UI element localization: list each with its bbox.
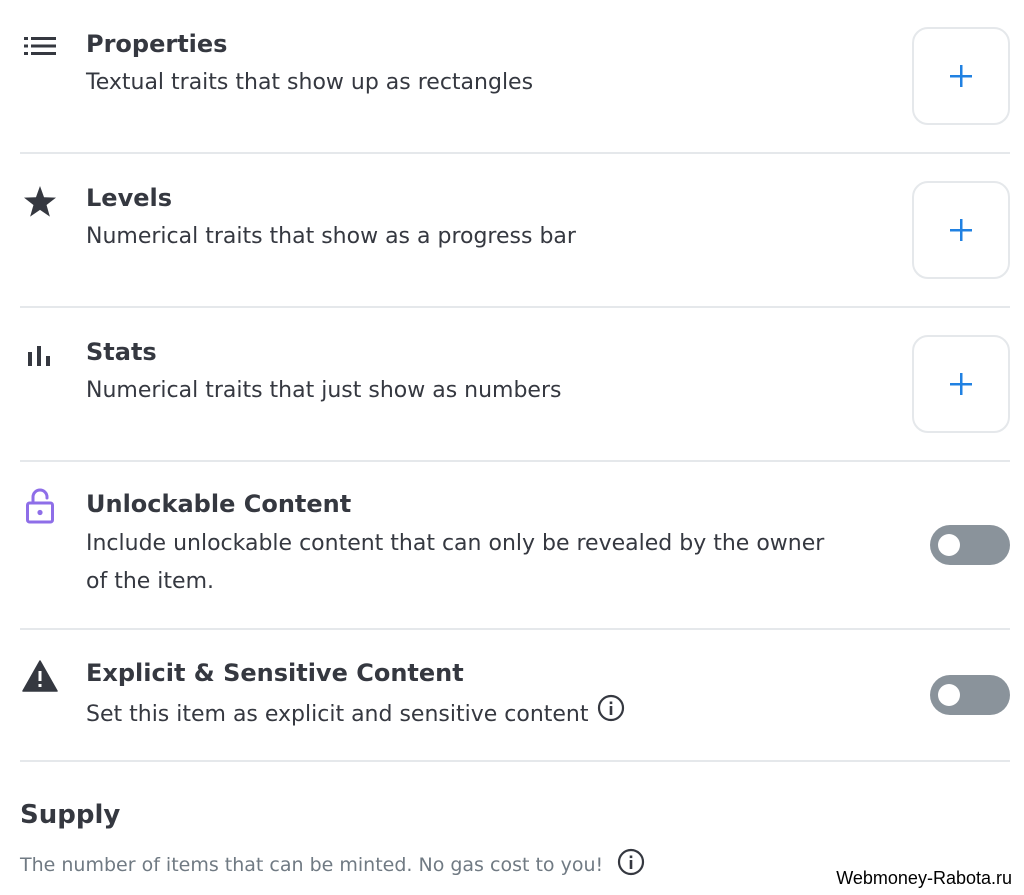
- warning-icon: [22, 658, 58, 694]
- lock-icon: [22, 488, 58, 524]
- unlockable-content-section: Unlockable Content Include unlockable co…: [20, 462, 1010, 630]
- plus-icon: [950, 65, 972, 87]
- unlockable-content-description-line1: Include unlockable content that can only…: [86, 531, 825, 556]
- supply-info-icon[interactable]: [617, 848, 645, 881]
- explicit-content-title: Explicit & Sensitive Content: [86, 659, 464, 687]
- unlockable-content-title: Unlockable Content: [86, 490, 352, 518]
- add-stats-button[interactable]: [912, 335, 1010, 433]
- explicit-content-description-row: Set this item as explicit and sensitive …: [86, 694, 625, 735]
- nft-item-settings: Properties Textual traits that show up a…: [0, 0, 1024, 895]
- info-icon[interactable]: [597, 694, 625, 735]
- levels-title: Levels: [86, 184, 173, 212]
- plus-icon: [950, 219, 972, 241]
- stats-section: Stats Numerical traits that just show as…: [20, 308, 1010, 462]
- explicit-content-toggle[interactable]: [930, 675, 1010, 715]
- toggle-knob: [938, 684, 960, 706]
- supply-description: The number of items that can be minted. …: [20, 853, 604, 876]
- levels-section: Levels Numerical traits that show as a p…: [20, 154, 1010, 308]
- toggle-knob: [938, 534, 960, 556]
- properties-description: Textual traits that show up as rectangle…: [86, 70, 534, 95]
- star-icon: [22, 184, 58, 220]
- add-levels-button[interactable]: [912, 181, 1010, 279]
- explicit-content-description: Set this item as explicit and sensitive …: [86, 701, 589, 727]
- plus-icon: [950, 373, 972, 395]
- list-icon: [22, 28, 58, 64]
- add-properties-button[interactable]: [912, 27, 1010, 125]
- properties-section: Properties Textual traits that show up a…: [20, 0, 1010, 154]
- explicit-content-section: Explicit & Sensitive Content Set this it…: [20, 630, 1010, 762]
- levels-description: Numerical traits that show as a progress…: [86, 224, 576, 249]
- unlockable-content-toggle[interactable]: [930, 525, 1010, 565]
- watermark: Webmoney-Rabota.ru: [832, 866, 1016, 891]
- bar-chart-icon: [22, 338, 58, 374]
- properties-title: Properties: [86, 30, 228, 58]
- stats-description: Numerical traits that just show as numbe…: [86, 378, 562, 403]
- stats-title: Stats: [86, 338, 157, 366]
- unlockable-content-description-line2: of the item.: [86, 569, 214, 594]
- supply-title: Supply: [20, 800, 121, 830]
- supply-description-row: The number of items that can be minted. …: [20, 848, 645, 881]
